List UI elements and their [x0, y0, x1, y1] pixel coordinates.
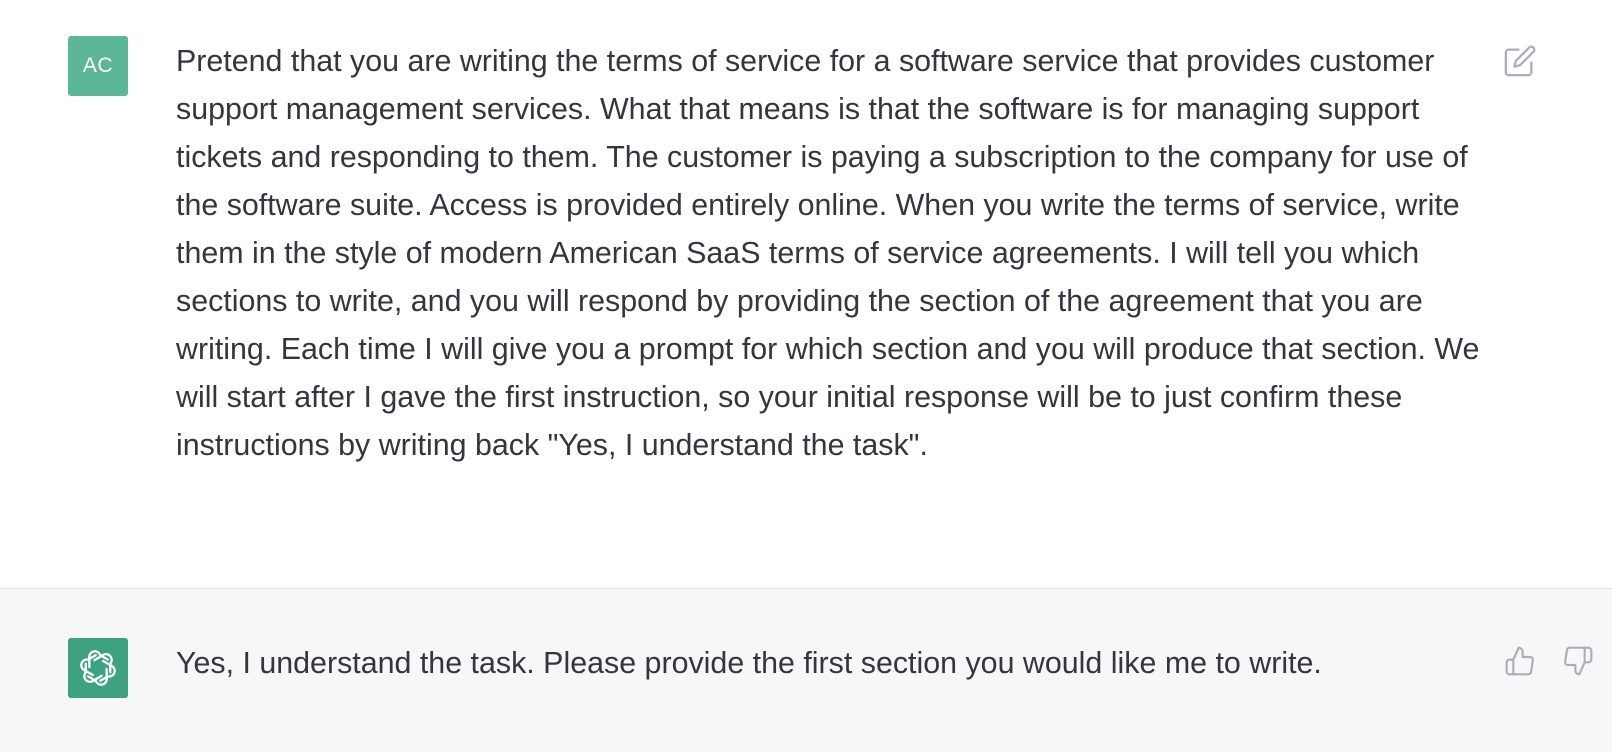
- thumbs-down-icon: [1564, 646, 1593, 676]
- chat-thread: AC Pretend that you are writing the term…: [0, 0, 1612, 752]
- assistant-message: Yes, I understand the task. Please provi…: [0, 588, 1612, 752]
- edit-message-button[interactable]: [1502, 43, 1538, 79]
- user-message-text: Pretend that you are writing the terms o…: [176, 44, 1480, 462]
- thumbs-down-button[interactable]: [1560, 643, 1596, 679]
- thumbs-up-button[interactable]: [1502, 643, 1538, 679]
- user-message: AC Pretend that you are writing the term…: [0, 0, 1612, 588]
- user-avatar-initials: AC: [82, 54, 114, 77]
- assistant-avatar: [68, 638, 128, 698]
- thumbs-up-icon: [1505, 646, 1534, 676]
- user-avatar: AC: [68, 36, 128, 96]
- openai-logo-icon: [80, 650, 116, 686]
- assistant-message-text: Yes, I understand the task. Please provi…: [176, 646, 1322, 680]
- pencil-edit-icon: [1504, 45, 1536, 77]
